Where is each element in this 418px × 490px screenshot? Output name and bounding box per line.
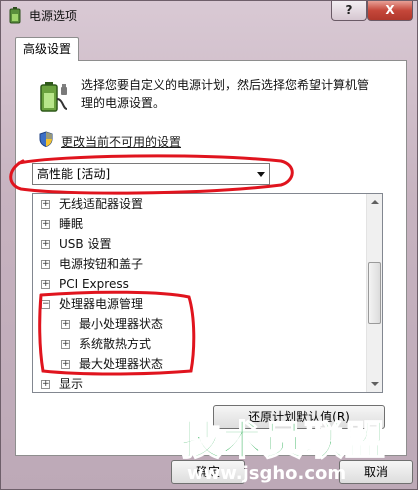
uac-shield-icon [39,131,53,147]
tree-item-label: 系统散热方式 [79,337,152,351]
tab-advanced-settings[interactable]: 高级设置 [15,37,79,61]
tree-scrollbar[interactable] [366,194,382,392]
close-button[interactable]: X [367,1,413,21]
tree-item-label: 无线适配器设置 [59,197,144,211]
tree-item-label: 电源按钮和盖子 [59,257,144,271]
arrow-down-icon [371,382,379,386]
power-options-icon [9,7,21,24]
watermark-logo: 技术员联盟 [180,418,386,464]
description-text: 选择您要自定义的电源计划，然后选择您希望计算机管理的电源设置。 [81,78,370,110]
watermark-url: www.jsgho.com [187,463,347,484]
power-options-window: 电源选项 ? X 高级设置 选择您要自定义的电源计划，然后选择您希望计算机管理的… [0,0,418,490]
help-button[interactable]: ? [331,1,367,21]
expand-icon[interactable]: + [41,380,50,389]
tree-item-label: 睡眠 [59,217,84,231]
settings-tree[interactable]: + 无线适配器设置 + 睡眠 + USB 设置 + 电源按钮和盖子 + PCI … [32,193,383,393]
scroll-down-button[interactable] [367,376,382,392]
tree-item-label: 处理器电源管理 [59,297,144,311]
expand-icon[interactable]: + [41,280,50,289]
tree-item-label: USB 设置 [59,237,112,251]
title-bar[interactable]: 电源选项 ? X [1,1,417,29]
tree-item-label: 最大处理器状态 [79,357,164,371]
expand-icon[interactable]: + [61,340,70,349]
tree-item-label: 最小处理器状态 [79,317,164,331]
expand-icon[interactable]: + [61,360,70,369]
expand-icon[interactable]: + [41,260,50,269]
expand-icon[interactable]: + [41,220,50,229]
scroll-thumb[interactable] [368,262,381,324]
expand-icon[interactable]: + [41,200,50,209]
power-plan-value: 高性能 [活动] [37,167,111,181]
battery-plug-icon [40,82,68,112]
arrow-up-icon [371,200,379,204]
chevron-down-icon[interactable] [257,172,265,177]
scroll-up-button[interactable] [367,194,382,210]
expand-icon[interactable]: + [41,240,50,249]
collapse-icon[interactable]: − [41,300,50,309]
expand-icon[interactable]: + [61,320,70,329]
power-plan-select[interactable]: 高性能 [活动] [32,163,270,185]
change-unavailable-settings-link[interactable]: 更改当前不可用的设置 [61,133,181,150]
tree-item-label: PCI Express [59,277,129,291]
window-title: 电源选项 [29,9,78,23]
tree-item-label: 显示 [59,377,84,391]
